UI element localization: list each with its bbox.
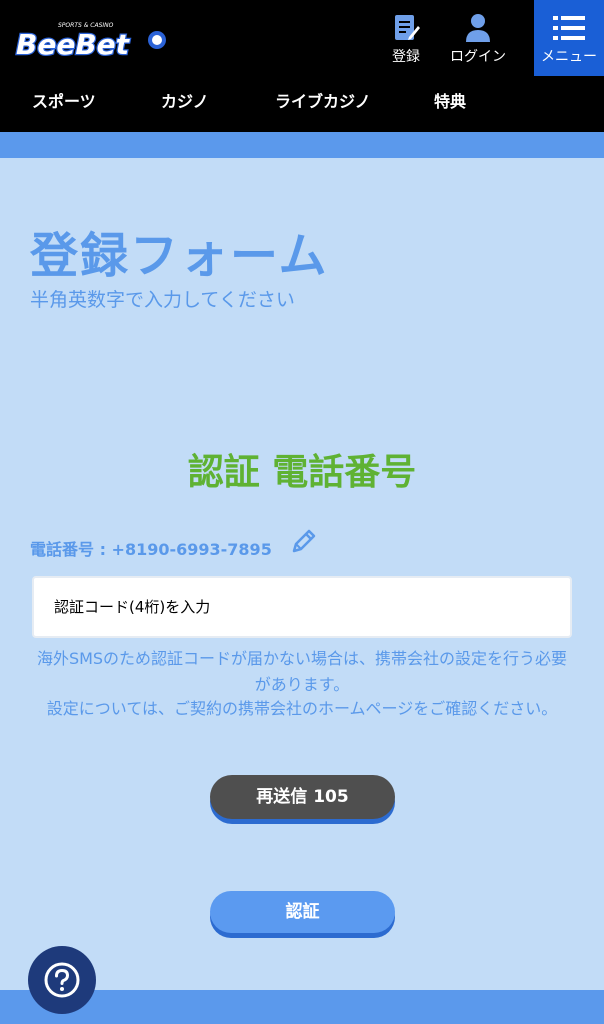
verify-phone-heading: 認証 電話番号 [187,452,417,493]
site-header: SPORTS & CASINO BeeBet 登録 ログイン メニュー [0,0,604,76]
nav-item-bonus[interactable]: 特典 [434,76,466,132]
help-button[interactable] [28,946,96,1014]
page-subtitle: 半角英数字で入力してください [30,289,295,311]
login-button[interactable]: ログイン [442,0,514,76]
menu-button[interactable]: メニュー [534,0,604,76]
beebet-logo[interactable]: SPORTS & CASINO BeeBet [14,18,174,64]
carrier-note: 設定については、ご契約の携帯会社のホームページをご確認ください。 [46,699,558,718]
verify-button[interactable]: 認証 [210,891,395,933]
resend-button[interactable]: 再送信 105 [210,775,395,819]
svg-text:BeeBet: BeeBet [16,28,131,61]
edit-pencil-icon[interactable] [289,526,319,556]
register-icon [391,12,421,44]
nav-item-live-casino[interactable]: ライブカジノ [275,76,371,132]
user-icon [464,12,492,44]
main-nav: スポーツ カジノ ライブカジノ 特典 [0,76,604,132]
sms-note: 海外SMSのため認証コードが届かない場合は、携帯会社の設定を行う必要があります。 [36,649,568,694]
verification-code-input[interactable] [32,576,572,638]
phone-number-display: 電話番号 : +8190-6993-7895 [30,540,272,559]
page-title: 登録フォーム [30,228,329,284]
login-label: ログイン [450,49,506,65]
register-label: 登録 [392,49,420,65]
register-button[interactable]: 登録 [380,0,432,76]
menu-label: メニュー [541,49,597,65]
nav-item-casino[interactable]: カジノ [161,76,209,132]
question-icon [44,962,80,998]
nav-item-sports[interactable]: スポーツ [32,76,96,132]
menu-icon [553,12,585,44]
top-band [0,132,604,158]
